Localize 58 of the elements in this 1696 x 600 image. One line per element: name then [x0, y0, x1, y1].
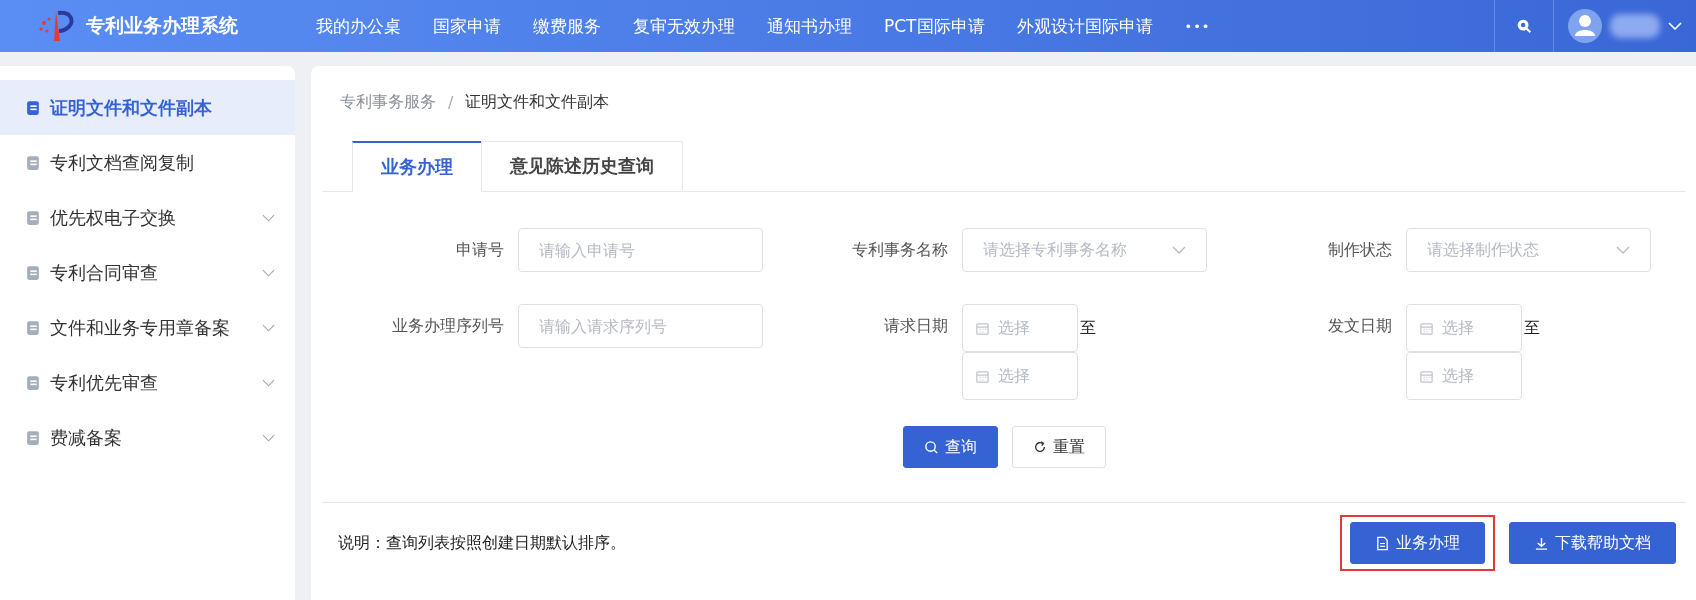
nav-link[interactable]: PCT国际申请: [868, 14, 1001, 38]
nav-link[interactable]: 我的办公桌: [300, 14, 417, 38]
field-label: 请求日期: [883, 315, 948, 337]
document-icon: [25, 319, 42, 336]
chevron-down-icon[interactable]: [1668, 22, 1682, 30]
document-icon: [25, 264, 42, 281]
field-label: 发文日期: [1327, 315, 1392, 337]
nav-link[interactable]: 缴费服务: [517, 14, 617, 38]
nav-link[interactable]: 国家申请: [417, 14, 517, 38]
document-icon: [25, 429, 42, 446]
process-button[interactable]: 业务办理: [1350, 522, 1485, 564]
document-icon: [25, 154, 42, 171]
nav-link[interactable]: 通知书办理: [751, 14, 868, 38]
breadcrumb-separator: /: [448, 92, 454, 112]
search-button[interactable]: [1494, 0, 1554, 52]
tab[interactable]: 意见陈述历史查询: [481, 141, 683, 190]
tab[interactable]: 业务办理: [352, 141, 482, 192]
sidebar-item[interactable]: 专利优先审查: [0, 355, 295, 410]
breadcrumb-item[interactable]: 专利事务服务: [340, 91, 436, 113]
calendar-icon: [975, 368, 990, 384]
chevron-down-icon: [1172, 246, 1186, 254]
more-menu[interactable]: •••: [1168, 18, 1227, 34]
input-field[interactable]: 请输入申请号: [518, 228, 763, 272]
note-text: 说明：查询列表按照创建日期默认排序。: [338, 532, 626, 554]
search-button[interactable]: 查询: [902, 426, 998, 468]
breadcrumb-item: 证明文件和文件副本: [465, 91, 610, 113]
nav-link[interactable]: 复审无效办理: [617, 14, 751, 38]
range-separator: 至: [1524, 317, 1540, 339]
app-title: 专利业务办理系统: [86, 13, 238, 38]
sidebar-item[interactable]: 专利合同审查: [0, 245, 295, 300]
calendar-icon: [1419, 368, 1434, 384]
field-label: 专利事务名称: [851, 239, 948, 261]
range-separator: 至: [1080, 317, 1096, 339]
reset-button[interactable]: 重置: [1011, 426, 1106, 468]
sidebar-item[interactable]: 专利文档查阅复制: [0, 135, 295, 190]
document-icon: [25, 374, 42, 391]
document-icon: [25, 99, 42, 116]
field-label: 业务办理序列号: [391, 315, 504, 337]
nav-link[interactable]: 外观设计国际申请: [1000, 14, 1169, 38]
document-icon: [25, 209, 42, 226]
download-icon: [1534, 535, 1549, 551]
chevron-down-icon: [1616, 246, 1630, 254]
field-label: 制作状态: [1327, 239, 1392, 261]
download-button[interactable]: 下载帮助文档: [1509, 522, 1676, 564]
search-icon: [923, 439, 939, 455]
blurred-name: [1610, 14, 1660, 38]
calendar-icon: [1419, 320, 1434, 336]
calendar-icon: [975, 320, 990, 336]
sidebar-item[interactable]: 文件和业务专用章备案: [0, 300, 295, 355]
search-icon: [1515, 17, 1533, 35]
input-field[interactable]: 请输入请求序列号: [518, 304, 763, 348]
sidebar-item[interactable]: 费减备案: [0, 410, 295, 465]
sidebar-item[interactable]: 证明文件和文件副本: [0, 80, 295, 135]
avatar-icon[interactable]: [1568, 9, 1602, 43]
refresh-icon: [1032, 440, 1047, 454]
sidebar-item[interactable]: 优先权电子交换: [0, 190, 295, 245]
field-label: 申请号: [455, 239, 504, 261]
document-icon: [1375, 535, 1390, 551]
